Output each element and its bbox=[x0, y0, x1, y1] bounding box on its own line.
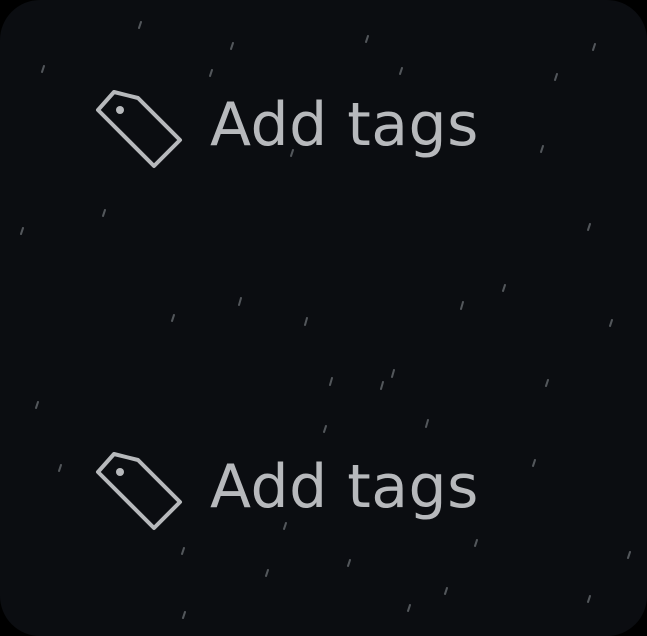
tags-panel: Add tags Add tags bbox=[0, 0, 647, 636]
add-tags-label: Add tags bbox=[210, 90, 479, 160]
add-tags-button-1[interactable]: Add tags bbox=[94, 80, 479, 170]
tag-icon bbox=[94, 80, 184, 170]
add-tags-label: Add tags bbox=[210, 452, 479, 522]
add-tags-button-2[interactable]: Add tags bbox=[94, 442, 479, 532]
tag-icon bbox=[94, 442, 184, 532]
